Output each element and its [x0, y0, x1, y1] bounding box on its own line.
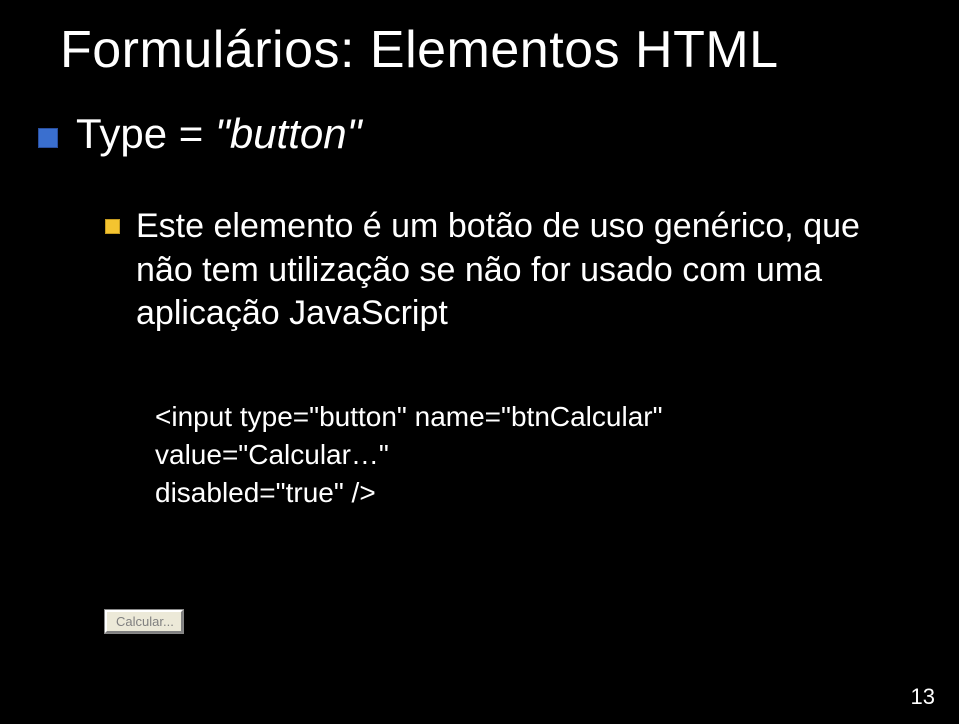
slide-title: Formulários: Elementos HTML [60, 20, 779, 80]
level2-text: Este elemento é um botão de uso genérico… [136, 205, 899, 336]
slide: Formulários: Elementos HTML Type = "butt… [0, 0, 959, 724]
code-line-1: <input type="button" name="btnCalcular" … [155, 398, 899, 474]
bullet-small-square-icon [105, 219, 120, 234]
code-snippet: <input type="button" name="btnCalcular" … [155, 398, 899, 511]
page-number: 13 [911, 684, 935, 710]
level1-text: Type = "button" [76, 110, 362, 158]
level2-bullet: Este elemento é um botão de uso genérico… [105, 205, 899, 336]
l1-value: "button" [215, 110, 362, 157]
demo-button-container: Calcular... [105, 610, 183, 633]
l1-prefix: Type = [76, 110, 215, 157]
calcular-button: Calcular... [105, 610, 183, 633]
code-line-2: disabled="true" /> [155, 474, 899, 512]
level1-bullet: Type = "button" [38, 110, 362, 158]
bullet-square-icon [38, 128, 58, 148]
